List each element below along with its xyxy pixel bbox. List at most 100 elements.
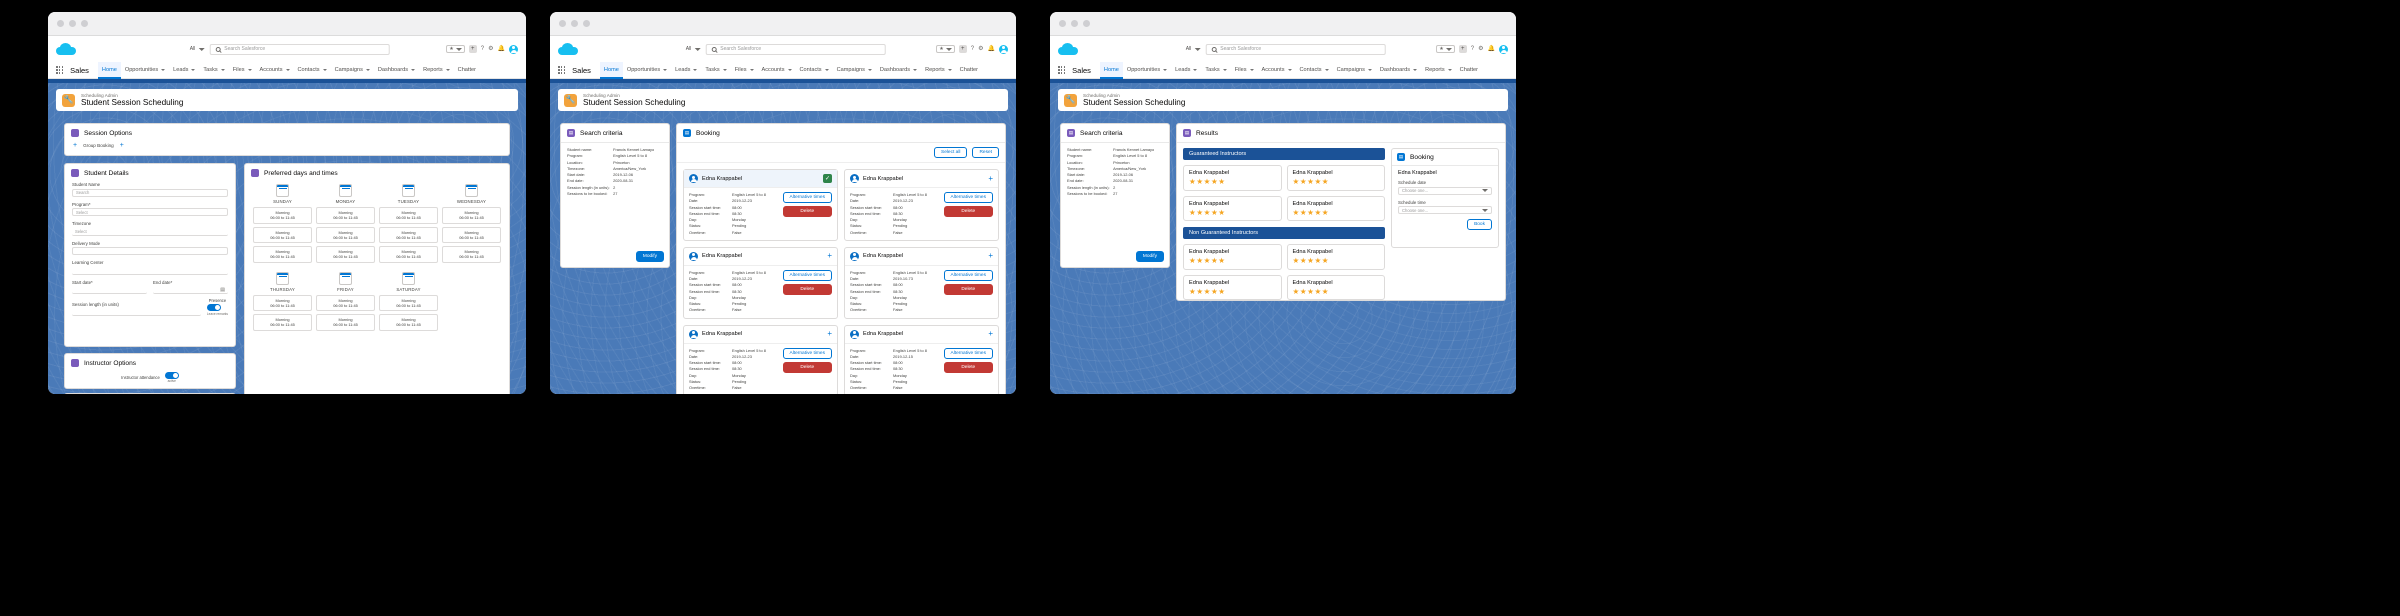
star-icon[interactable]: ★: [1436, 45, 1455, 53]
time-slot[interactable]: Morning 06:00 to 11:45: [379, 314, 438, 331]
time-slot[interactable]: Morning 06:00 to 11:45: [316, 294, 375, 312]
time-slot[interactable]: Morning 06:00 to 11:45: [253, 207, 312, 224]
nav-item-campaigns[interactable]: Campaigns: [1333, 62, 1376, 79]
time-slot[interactable]: Morning 06:00 to 11:45: [379, 294, 438, 312]
plus-icon[interactable]: +: [958, 45, 967, 53]
plus-icon[interactable]: +: [988, 174, 993, 183]
nav-item-dashboards[interactable]: Dashboards: [374, 62, 419, 79]
plus-icon[interactable]: +: [827, 252, 832, 260]
nav-item-chatter[interactable]: Chatter: [454, 62, 480, 79]
app-launcher-icon[interactable]: [1058, 66, 1066, 74]
certifications-row[interactable]: ▸ Certifications ≡: [64, 393, 236, 394]
search-scope-selector[interactable]: All: [185, 46, 210, 52]
delete-button[interactable]: Delete: [782, 206, 832, 217]
bell-icon[interactable]: 🔔: [498, 46, 505, 52]
rating-stars[interactable]: ★ ★ ★ ★ ★: [1293, 288, 1380, 296]
gear-icon[interactable]: ⚙: [978, 46, 983, 52]
nav-item-campaigns[interactable]: Campaigns: [331, 62, 374, 79]
nav-item-reports[interactable]: Reports: [921, 62, 956, 79]
delete-button[interactable]: Delete: [943, 283, 993, 295]
time-slot[interactable]: Morning 06:00 to 11:45: [316, 246, 375, 263]
window-minimize-button[interactable]: [571, 20, 578, 27]
nav-item-home[interactable]: Home: [599, 61, 623, 79]
window-close-button[interactable]: [559, 20, 566, 27]
presence-toggle[interactable]: [206, 304, 221, 311]
nav-item-dashboards[interactable]: Dashboards: [876, 62, 921, 79]
window-maximize-button[interactable]: [1083, 20, 1090, 27]
nav-item-files[interactable]: Files: [1231, 62, 1258, 79]
delivery-mode-input[interactable]: [72, 247, 228, 255]
modify-button[interactable]: Modify: [1135, 251, 1164, 262]
instructor-card[interactable]: Edna Krappabel ★ ★ ★ ★ ★: [1286, 274, 1385, 300]
time-slot[interactable]: Morning 06:00 to 11:45: [253, 226, 312, 244]
booking-session-card[interactable]: Edna Krappabel + Program: English Level 5…: [844, 246, 999, 319]
nav-item-tasks[interactable]: Tasks: [701, 62, 730, 79]
add-option-icon[interactable]: +: [120, 142, 124, 149]
star-icon[interactable]: ★: [446, 45, 465, 53]
nav-item-accounts[interactable]: Accounts: [1258, 62, 1296, 79]
rating-stars[interactable]: ★ ★ ★ ★ ★: [1189, 178, 1276, 186]
check-icon[interactable]: ✓: [823, 174, 832, 183]
time-slot[interactable]: Morning 06:00 to 11:45: [253, 246, 312, 263]
time-slot[interactable]: Morning 06:00 to 11:45: [316, 226, 375, 244]
window-maximize-button[interactable]: [81, 20, 88, 27]
nav-item-files[interactable]: Files: [731, 62, 758, 79]
booking-session-card[interactable]: Edna Krappabel + Program: English Level 5…: [844, 324, 999, 394]
nav-item-accounts[interactable]: Accounts: [758, 62, 796, 79]
learning-center-input[interactable]: [72, 266, 228, 275]
search-scope-selector[interactable]: All: [681, 46, 706, 52]
nav-item-leads[interactable]: Leads: [1171, 62, 1201, 79]
book-button[interactable]: Book: [1467, 219, 1492, 230]
rating-stars[interactable]: ★ ★ ★ ★ ★: [1293, 178, 1380, 186]
rating-stars[interactable]: ★ ★ ★ ★ ★: [1189, 257, 1276, 265]
nav-item-tasks[interactable]: Tasks: [1201, 62, 1230, 79]
nav-item-leads[interactable]: Leads: [671, 62, 701, 79]
avatar-icon[interactable]: [1499, 44, 1508, 54]
schedule-time-select[interactable]: Choose one...: [1398, 206, 1492, 214]
time-slot[interactable]: Morning 06:00 to 11:45: [253, 294, 312, 312]
delete-button[interactable]: Delete: [782, 361, 832, 373]
nav-item-campaigns[interactable]: Campaigns: [833, 62, 876, 79]
bell-icon[interactable]: 🔔: [1488, 46, 1495, 52]
nav-item-reports[interactable]: Reports: [1421, 62, 1456, 79]
booking-session-card[interactable]: Edna Krappabel ✓ Program: English Level 5…: [683, 169, 838, 241]
alternative-times-button[interactable]: Alternative times: [943, 192, 993, 203]
window-minimize-button[interactable]: [1071, 20, 1078, 27]
rating-stars[interactable]: ★ ★ ★ ★ ★: [1293, 208, 1380, 217]
avatar-icon[interactable]: [509, 44, 518, 54]
plus-icon[interactable]: +: [468, 45, 477, 53]
question-icon[interactable]: ?: [481, 46, 484, 52]
alternative-times-button[interactable]: Alternative times: [943, 347, 993, 359]
star-icon[interactable]: ★: [936, 45, 955, 53]
nav-item-files[interactable]: Files: [229, 62, 256, 79]
plus-icon[interactable]: +: [73, 142, 77, 149]
start-date-input[interactable]: [72, 286, 147, 294]
app-launcher-icon[interactable]: [56, 66, 64, 74]
window-minimize-button[interactable]: [69, 20, 76, 27]
delete-button[interactable]: Delete: [943, 361, 993, 373]
alternative-times-button[interactable]: Alternative times: [782, 192, 832, 203]
schedule-date-select[interactable]: Choose one...: [1398, 186, 1492, 195]
question-icon[interactable]: ?: [1471, 46, 1474, 52]
delete-button[interactable]: Delete: [782, 283, 832, 295]
search-input[interactable]: Search Salesforce: [705, 43, 886, 55]
time-slot[interactable]: Morning 06:00 to 11:45: [379, 207, 438, 224]
nav-item-home[interactable]: Home: [1099, 61, 1123, 79]
plus-icon[interactable]: +: [827, 330, 832, 338]
instructor-card[interactable]: Edna Krappabel ★ ★ ★ ★ ★: [1286, 165, 1385, 191]
instructor-card[interactable]: Edna Krappabel ★ ★ ★ ★ ★: [1183, 165, 1282, 191]
window-close-button[interactable]: [1059, 20, 1066, 27]
instructor-card[interactable]: Edna Krappabel ★ ★ ★ ★ ★: [1183, 244, 1282, 270]
instructor-card[interactable]: Edna Krappabel ★ ★ ★ ★ ★: [1183, 195, 1282, 222]
instructor-card[interactable]: Edna Krappabel ★ ★ ★ ★ ★: [1286, 195, 1385, 222]
time-slot[interactable]: Morning 06:00 to 11:45: [379, 246, 438, 263]
calendar-icon[interactable]: ▤: [220, 287, 225, 293]
nav-item-contacts[interactable]: Contacts: [796, 62, 833, 79]
nav-item-accounts[interactable]: Accounts: [256, 62, 294, 79]
time-slot[interactable]: Morning 06:00 to 11:45: [316, 314, 375, 331]
plus-icon[interactable]: +: [1458, 45, 1467, 53]
gear-icon[interactable]: ⚙: [1478, 46, 1483, 52]
nav-item-contacts[interactable]: Contacts: [1296, 62, 1333, 79]
window-maximize-button[interactable]: [583, 20, 590, 27]
nav-item-chatter[interactable]: Chatter: [956, 62, 982, 79]
